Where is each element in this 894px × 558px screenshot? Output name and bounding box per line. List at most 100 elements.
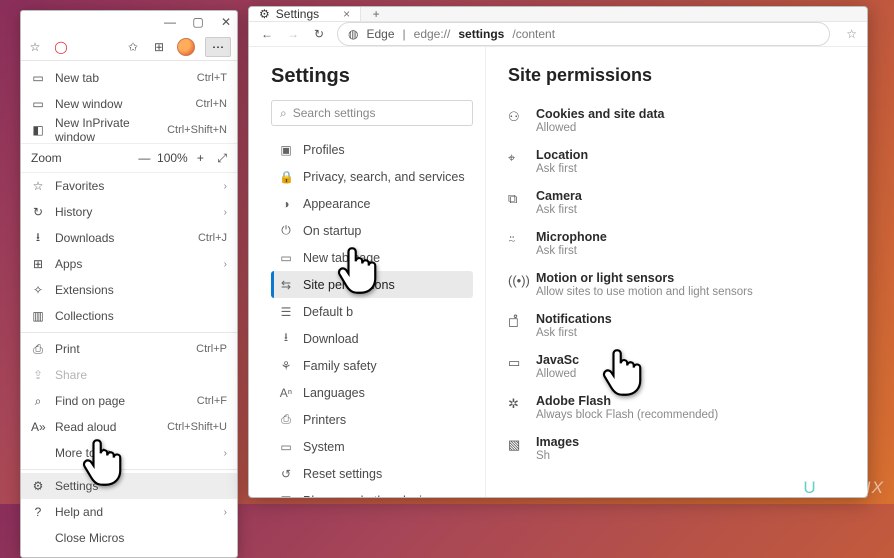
menu-label: New window	[55, 97, 186, 111]
nav-item-new-tab-page[interactable]: ▭ New tab page	[271, 244, 473, 271]
back-button[interactable]: ←	[259, 27, 275, 41]
nav-item-printers[interactable]: ⎙Printers	[271, 406, 473, 433]
menu-more-tools[interactable]: More tools ›	[21, 440, 237, 466]
nav-label: Privacy, search, and services	[303, 170, 465, 184]
nav-icon: ▭	[279, 251, 293, 265]
nav-label: Phone and other devices	[303, 494, 441, 499]
nav-item-default-b[interactable]: ☰Default b	[271, 298, 473, 325]
perm-subtitle: Ask first	[536, 245, 607, 257]
menu-favorites[interactable]: ☆ Favorites ›	[21, 173, 237, 199]
perm-subtitle: Ask first	[536, 163, 588, 175]
perm-camera[interactable]: ⧉ CameraAsk first	[508, 182, 855, 223]
nav-item-reset-settings[interactable]: ↺Reset settings	[271, 460, 473, 487]
perm-microphone[interactable]: ⍨MicrophoneAsk first	[508, 223, 855, 264]
perm-title: Camera	[536, 189, 582, 203]
zoom-out-button[interactable]: —	[133, 151, 155, 165]
perm-notifications[interactable]: ◻̊NotificationsAsk first	[508, 305, 855, 346]
more-button[interactable]: ⋯	[205, 37, 231, 57]
chevron-right-icon: ›	[224, 207, 227, 218]
menu-apps[interactable]: ⊞ Apps ›	[21, 251, 237, 277]
shortcut: Ctrl+N	[196, 98, 227, 110]
menu-print[interactable]: ⎙ Print Ctrl+P	[21, 336, 237, 362]
window-icon: ▭	[31, 71, 45, 85]
nav-icon: ⇆	[279, 278, 293, 292]
tab-settings[interactable]: ⚙ Settings ×	[249, 7, 361, 21]
close-button[interactable]: ✕	[219, 15, 233, 29]
perm-adobe-flash[interactable]: ✲Adobe FlashAlways block Flash (recommen…	[508, 387, 855, 428]
menu-label: New tab	[55, 71, 187, 85]
menu-new-window[interactable]: ▭ New window Ctrl+N	[21, 91, 237, 117]
separator	[21, 469, 237, 470]
menu-label: New InPrivate window	[55, 116, 157, 144]
new-tab-button[interactable]: +	[361, 7, 391, 21]
perm-title: Location	[536, 148, 588, 162]
opera-icon[interactable]: ◯	[53, 39, 69, 55]
nav-icon: ⎙	[279, 412, 293, 427]
gear-icon: ⚙	[259, 7, 270, 21]
perm-title: Images	[536, 435, 579, 449]
inprivate-icon: ◧	[31, 123, 45, 137]
menu-read-aloud[interactable]: A» Read aloud Ctrl+Shift+U	[21, 414, 237, 440]
perm-cookies-and-site-data[interactable]: ⚇Cookies and site dataAllowed	[508, 100, 855, 141]
minimize-button[interactable]: —	[163, 15, 177, 29]
nav-item-on-startup[interactable]: ⏻On startup	[271, 217, 473, 244]
perm-location[interactable]: ⌖ LocationAsk first	[508, 141, 855, 182]
menu-label: Extensions	[55, 283, 227, 297]
menu-extensions[interactable]: ✧ Extensions	[21, 277, 237, 303]
nav-item-site-permissions[interactable]: ⇆Site permissions	[271, 271, 473, 298]
forward-button[interactable]: →	[285, 27, 301, 41]
nav-item-privacy-search-and-services[interactable]: 🔒 Privacy, search, and services	[271, 163, 473, 190]
window-icon: ▭	[31, 97, 45, 111]
address-bar: ← → ↻ ◍ Edge | edge://settings/content ☆	[249, 22, 867, 47]
perm-subtitle: Allowed	[536, 368, 579, 380]
perm-javasc[interactable]: ▭JavaScAllowed	[508, 346, 855, 387]
menu-settings[interactable]: ⚙ Settings	[21, 473, 237, 499]
perm-icon: ⧉	[508, 191, 524, 207]
nav-item-system[interactable]: ▭System	[271, 433, 473, 460]
menu-find[interactable]: ⌕ Find on page Ctrl+F	[21, 388, 237, 414]
profile-avatar[interactable]	[177, 38, 195, 56]
fullscreen-button[interactable]: ⤢	[217, 151, 227, 166]
menu-new-tab[interactable]: ▭ New tab Ctrl+T	[21, 65, 237, 91]
favorite-star-button[interactable]: ☆	[846, 27, 857, 41]
nav-item-profiles[interactable]: ▣Profiles	[271, 136, 473, 163]
nav-label: Profiles	[303, 143, 345, 157]
menu-collections[interactable]: ▥ Collections	[21, 303, 237, 329]
menu-downloads[interactable]: ⭳ Downloads Ctrl+J	[21, 225, 237, 251]
site-permissions-heading: Site permissions	[508, 65, 855, 86]
search-settings-input[interactable]: ⌕ Search settings	[271, 100, 473, 126]
perm-motion-or-light-sensors[interactable]: ((•))Motion or light sensorsAllow sites …	[508, 264, 855, 305]
nav-item-appearance[interactable]: ◑Appearance	[271, 190, 473, 217]
nav-icon: ☐	[279, 494, 293, 499]
menu-label: More tools	[55, 446, 214, 460]
url-input[interactable]: ◍ Edge | edge://settings/content	[337, 22, 830, 46]
perm-icon: ⌖	[508, 150, 524, 166]
perm-subtitle: Ask first	[536, 204, 582, 216]
separator	[21, 332, 237, 333]
favorites-icon[interactable]: ✩	[125, 39, 141, 55]
collections-icon[interactable]: ⊞	[151, 39, 167, 55]
nav-item-download[interactable]: ⭳Download	[271, 325, 473, 352]
tab-close-button[interactable]: ×	[343, 7, 350, 21]
menu-new-inprivate[interactable]: ◧ New InPrivate window Ctrl+Shift+N	[21, 117, 237, 143]
menu-help[interactable]: ? Help and ›	[21, 499, 237, 525]
zoom-label: Zoom	[31, 151, 133, 165]
nav-icon: 🔒	[279, 170, 293, 184]
mini-toolbar: ☆ ◯ ✩ ⊞ ⋯	[21, 33, 237, 61]
menu-close-edge[interactable]: Close Micros	[21, 525, 237, 551]
nav-item-phone-and-other-devices[interactable]: ☐ Phone and other devices	[271, 487, 473, 498]
extension-icon: ✧	[31, 283, 45, 297]
star-icon[interactable]: ☆	[27, 39, 43, 55]
nav-label: New tab page	[303, 251, 380, 265]
shortcut: Ctrl+Shift+U	[167, 421, 227, 433]
reload-button[interactable]: ↻	[311, 27, 327, 41]
perm-images[interactable]: ▧ImagesSh	[508, 428, 855, 469]
menu-label: Help and	[55, 505, 214, 519]
perm-icon: ▭	[508, 355, 524, 371]
nav-item-languages[interactable]: AⁿLanguages	[271, 379, 473, 406]
zoom-in-button[interactable]: +	[189, 151, 211, 165]
nav-item-family-safety[interactable]: ⚘Family safety	[271, 352, 473, 379]
perm-subtitle: Ask first	[536, 327, 612, 339]
maximize-button[interactable]: ▢	[191, 15, 205, 29]
menu-history[interactable]: ↻ History ›	[21, 199, 237, 225]
